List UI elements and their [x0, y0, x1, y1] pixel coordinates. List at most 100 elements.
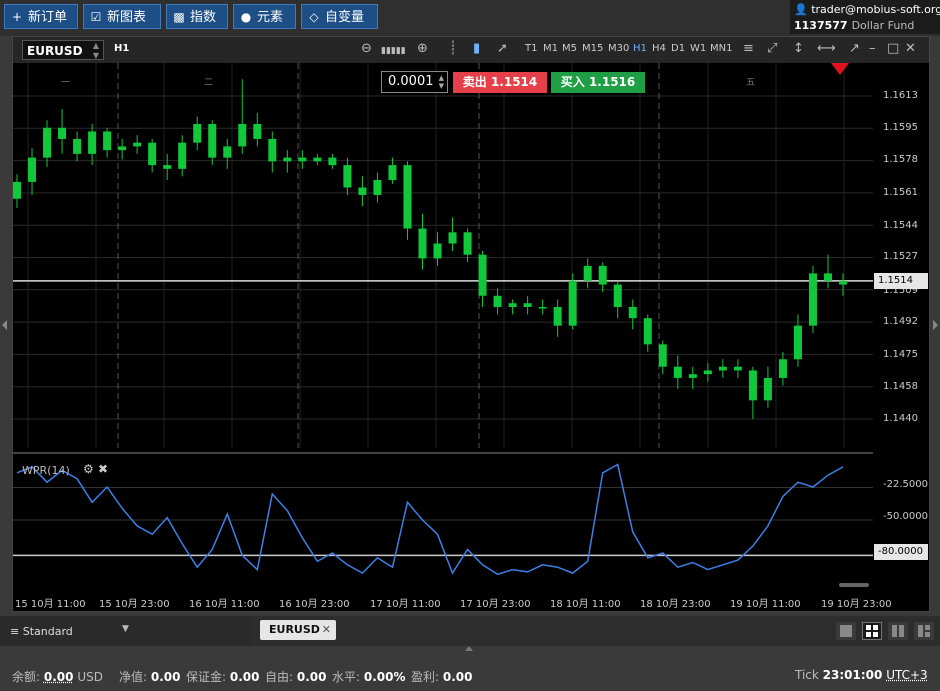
layout-grid-button[interactable] — [862, 622, 882, 640]
tf-m30[interactable]: M30 — [608, 43, 629, 54]
horizontal-scale-icon[interactable]: ⟷ — [817, 41, 836, 57]
layout-columns-button[interactable] — [888, 622, 908, 640]
candle-body — [523, 303, 532, 307]
candle-body — [148, 142, 157, 166]
layout-grid-icon — [866, 625, 878, 637]
variables-button[interactable]: ◇ 自变量 — [301, 4, 378, 29]
panel-expand-icon[interactable] — [465, 646, 473, 651]
variables-label: 自变量 — [325, 10, 365, 25]
new-chart-label: 新图表 — [107, 10, 147, 25]
buy-sell-marker-icon — [831, 63, 849, 75]
zoom-out-icon[interactable]: ⊖ — [361, 41, 372, 57]
time-tick: 17 10月 11:00 — [370, 599, 441, 610]
candle-body — [733, 366, 742, 371]
diamond-icon: ◇ — [309, 10, 319, 24]
time-tick: 19 10月 23:00 — [821, 599, 892, 610]
candle-body — [373, 180, 382, 195]
symbol-selector[interactable]: EURUSD ▲ ▼ — [22, 40, 104, 60]
price-tick: 1.1578 — [883, 154, 918, 165]
tf-w1[interactable]: W1 — [690, 43, 706, 54]
balance-value[interactable]: 0.00 — [44, 670, 74, 684]
tab-close-icon[interactable]: ✕ — [322, 620, 331, 640]
level-value: 0.00% — [363, 670, 406, 684]
zoom-slider[interactable]: ▮▮▮▮▮ — [381, 43, 406, 59]
level-label: 水平: — [332, 670, 361, 684]
candle-body — [298, 157, 307, 162]
main-toolbar: + 新订单 ☑ 新图表 ▩ 指数 ● 元素 ◇ 自变量 👤 trader@mobius-s… — [0, 0, 940, 36]
candle-body — [493, 295, 502, 307]
zoom-in-icon[interactable]: ⊕ — [417, 41, 428, 57]
minimize-icon[interactable]: – — [869, 41, 876, 57]
time-tick: 16 10月 11:00 — [189, 599, 260, 610]
equity: 净值: 0.00 — [119, 668, 180, 685]
tf-t1[interactable]: T1 — [525, 43, 537, 54]
profile-selector[interactable]: ≡ Standard ▼ — [0, 616, 252, 646]
indicator-settings-icon[interactable]: ⚙ — [83, 462, 94, 476]
tf-m15[interactable]: M15 — [582, 43, 603, 54]
new-order-button[interactable]: + 新订单 — [4, 4, 78, 29]
time-value: 23:01:00 — [822, 668, 883, 682]
layout-rows-button[interactable] — [914, 622, 934, 640]
candle-body — [13, 181, 21, 199]
autoscroll-icon[interactable]: ≡ — [743, 41, 754, 57]
new-chart-button[interactable]: ☑ 新图表 — [83, 4, 161, 29]
lot-spinner-icon[interactable]: ▲ ▼ — [439, 74, 444, 90]
buy-label: 买入 — [560, 75, 585, 89]
tf-mn1[interactable]: MN1 — [710, 43, 732, 54]
margin: 保证金: 0.00 — [186, 668, 259, 685]
indicators-button[interactable]: ▩ 指数 — [166, 4, 228, 29]
candle-body — [253, 124, 262, 139]
time-tick: 18 10月 23:00 — [640, 599, 711, 610]
close-icon[interactable]: ✕ — [905, 41, 916, 57]
left-collapse-arrow-icon[interactable] — [2, 320, 7, 330]
price-axis[interactable]: 1.1613 1.1595 1.1578 1.1561 1.1544 1.152… — [873, 63, 929, 585]
right-collapse-arrow-icon[interactable] — [933, 320, 938, 330]
chart-window: EURUSD ▲ ▼ H1 ⊖ ▮▮▮▮▮ ⊕ ┊ ▮ ➚ T1 M1 M5 M1… — [12, 36, 930, 612]
candle-body — [88, 131, 97, 154]
candle-body — [613, 284, 622, 307]
chart-check-icon: ☑ — [90, 10, 102, 24]
chart-plot[interactable] — [13, 63, 873, 585]
time-tick: 15 10月 11:00 — [15, 599, 86, 610]
candle-type-icon[interactable]: ▮ — [473, 41, 480, 57]
fit-icon[interactable]: ⤢ — [767, 41, 777, 57]
layout-single-button[interactable] — [836, 622, 856, 640]
tf-m1[interactable]: M1 — [543, 43, 558, 54]
bar-type-icon[interactable]: ┊ — [449, 41, 457, 57]
indicators-label: 指数 — [190, 10, 217, 25]
candle-body — [343, 165, 352, 188]
tf-h1[interactable]: H1 — [633, 43, 647, 54]
tf-h4[interactable]: H4 — [652, 43, 666, 54]
indicator-close-icon[interactable]: ✖ — [98, 462, 108, 476]
timeframe-indicator: H1 — [114, 43, 130, 54]
buy-button[interactable]: 买入 1.1516 — [551, 72, 645, 93]
layout-rows-icon — [918, 625, 930, 637]
timezone[interactable]: UTC+3 — [886, 668, 927, 682]
profit: 盈利: 0.00 — [411, 668, 472, 685]
candle-body — [793, 325, 802, 360]
balance: 余额: 0.00 USD — [12, 668, 103, 685]
vertical-scale-icon[interactable]: ↕ — [793, 41, 804, 57]
account-panel[interactable]: 👤 trader@mobius-soft.org 1137577 Dollar F… — [790, 0, 940, 34]
lot-size-input[interactable]: 0.0001 ▲ ▼ — [381, 71, 448, 93]
candle-body — [403, 165, 412, 229]
user-icon: 👤 — [794, 3, 808, 16]
tab-eurusd[interactable]: EURUSD ✕ — [260, 620, 336, 640]
tick-label: Tick — [795, 668, 819, 682]
candle-body — [58, 127, 67, 139]
candle-body — [28, 157, 37, 182]
maximize-icon[interactable]: □ — [887, 41, 899, 57]
candle-body — [478, 254, 487, 296]
elements-button[interactable]: ● 元素 — [233, 4, 296, 29]
price-tick: 1.1561 — [883, 187, 918, 198]
tf-m5[interactable]: M5 — [562, 43, 577, 54]
margin-level: 水平: 0.00% — [332, 668, 406, 685]
detach-icon[interactable]: ↗ — [849, 41, 860, 57]
sell-button[interactable]: 卖出 1.1514 — [453, 72, 547, 93]
line-type-icon[interactable]: ➚ — [497, 41, 508, 57]
tf-d1[interactable]: D1 — [671, 43, 685, 54]
plus-icon: + — [11, 10, 23, 24]
candle-body — [583, 265, 592, 281]
layout-columns-icon — [892, 625, 904, 637]
symbol-name: EURUSD — [27, 44, 83, 58]
